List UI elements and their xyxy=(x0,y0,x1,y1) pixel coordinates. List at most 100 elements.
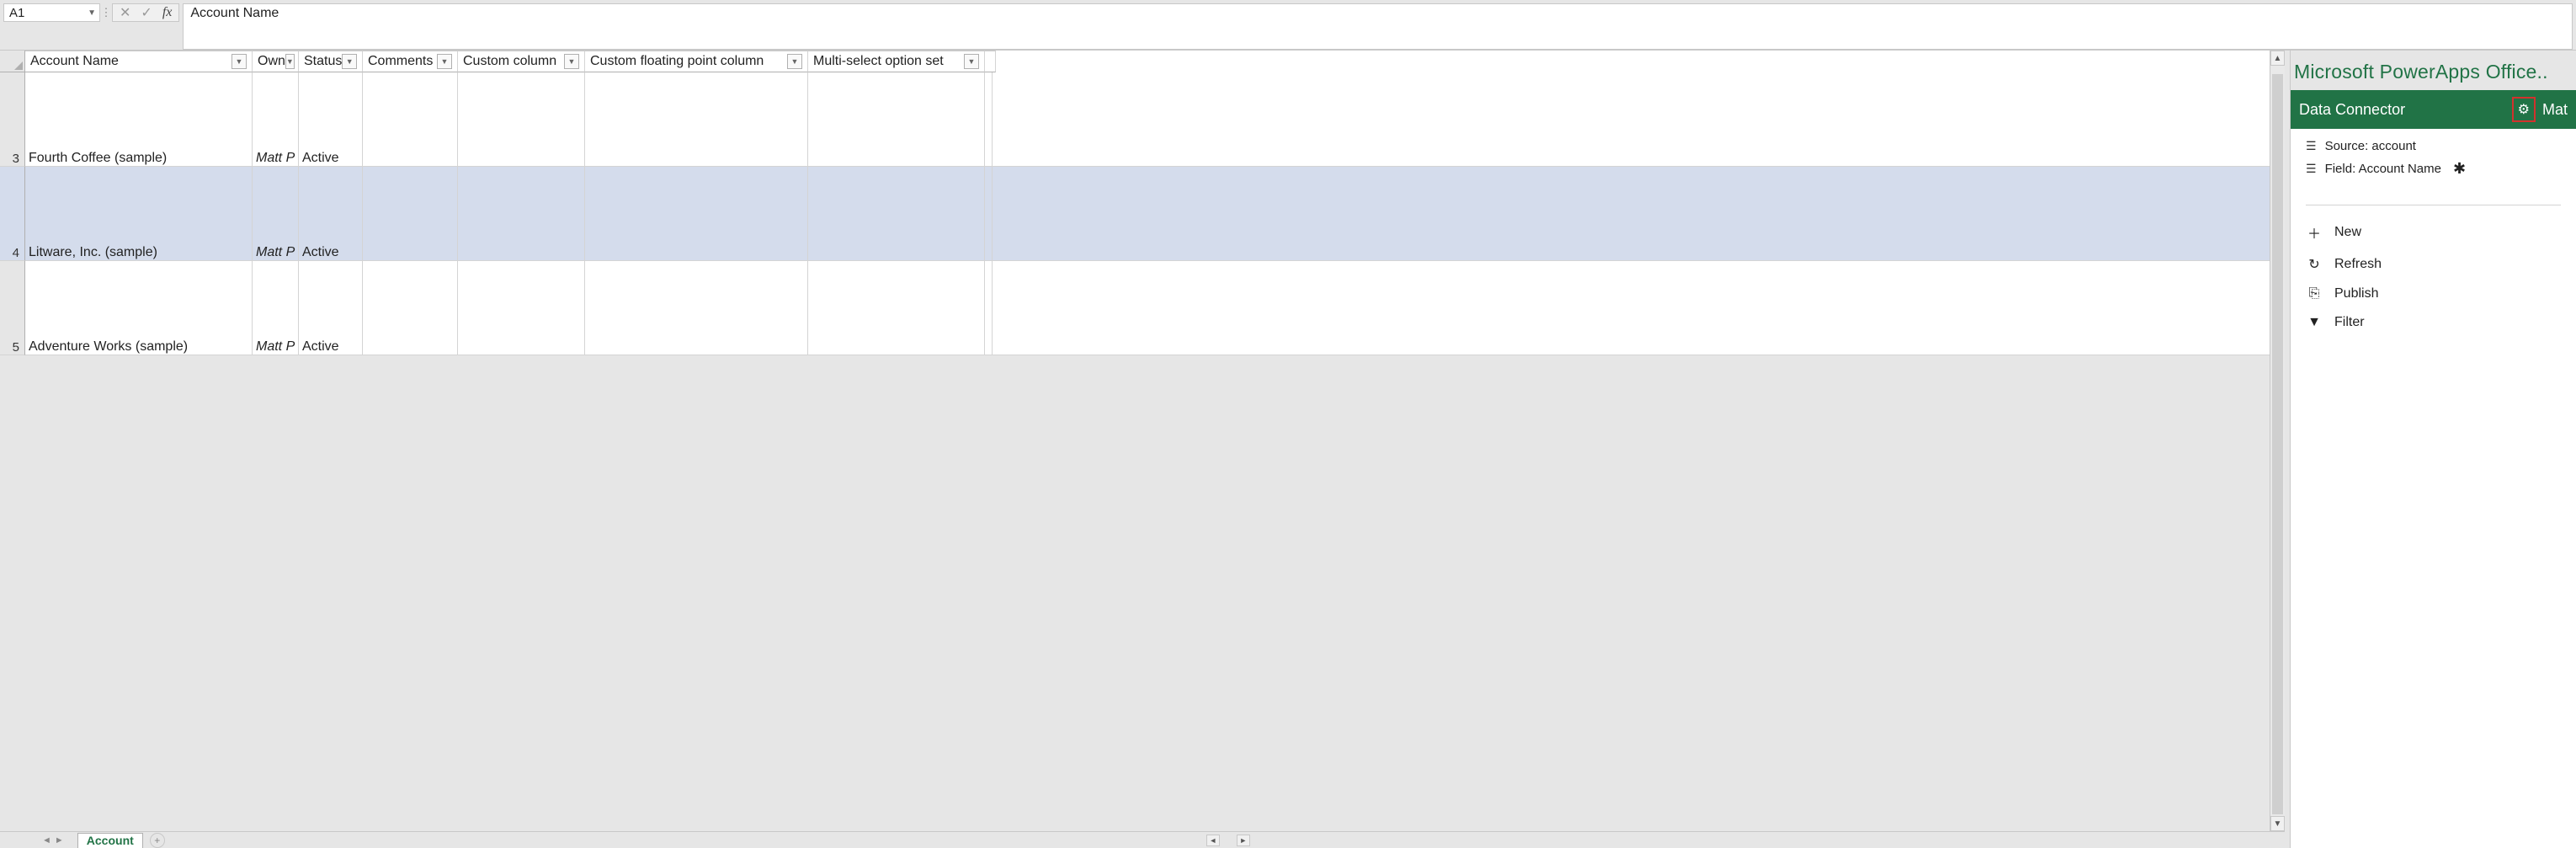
filter-dropdown-icon[interactable]: ▼ xyxy=(232,54,247,69)
field-label: Field: Account Name xyxy=(2325,162,2441,176)
cell-extra[interactable] xyxy=(985,261,993,355)
column-header-extra[interactable] xyxy=(985,51,996,72)
pane-user-label: Mat xyxy=(2542,101,2568,119)
column-header-own[interactable]: Own ▼ xyxy=(253,51,299,72)
cell-float[interactable] xyxy=(585,167,808,260)
column-label: Custom column xyxy=(463,54,556,69)
cell-extra[interactable] xyxy=(985,167,993,260)
name-box-value: A1 xyxy=(9,6,24,20)
enter-icon[interactable]: ✓ xyxy=(141,4,152,21)
filter-dropdown-icon[interactable]: ▼ xyxy=(285,54,295,69)
action-label: Refresh xyxy=(2334,257,2382,272)
scroll-up-icon[interactable]: ▲ xyxy=(2270,51,2285,66)
cell-comments[interactable] xyxy=(363,261,458,355)
column-label: Account Name xyxy=(30,54,119,69)
sheet-tab-bar: ◄ ► Account + ◄ ► xyxy=(0,831,2285,848)
cell-account-name[interactable]: Litware, Inc. (sample) xyxy=(25,167,253,260)
column-header-custom-column[interactable]: Custom column ▼ xyxy=(458,51,585,72)
vertical-scrollbar[interactable]: ▼ xyxy=(2270,72,2285,831)
table-row[interactable]: Fourth Coffee (sample) Matt P Active xyxy=(25,72,2270,167)
scroll-down-icon[interactable]: ▼ xyxy=(2270,816,2285,831)
column-label: Custom floating point column xyxy=(590,54,764,69)
cell-account-name[interactable]: Fourth Coffee (sample) xyxy=(25,72,253,166)
action-label: New xyxy=(2334,225,2361,240)
column-header-multi-select[interactable]: Multi-select option set ▼ xyxy=(808,51,985,72)
formula-bar: A1 ▼ ✕ ✓ fx Account Name xyxy=(0,0,2576,51)
cell-custom[interactable] xyxy=(458,261,585,355)
pane-header-bar: Data Connector ⚙ Mat xyxy=(2291,90,2576,129)
filter-dropdown-icon[interactable]: ▼ xyxy=(564,54,579,69)
pane-title: Microsoft PowerApps Office.. xyxy=(2291,51,2576,90)
cell-multi[interactable] xyxy=(808,167,985,260)
cell-float[interactable] xyxy=(585,72,808,166)
refresh-button[interactable]: ↻ Refresh xyxy=(2306,253,2561,276)
cell-status[interactable]: Active xyxy=(299,72,363,166)
tab-next-icon[interactable]: ► xyxy=(55,835,64,845)
list-icon: ☰ xyxy=(2306,162,2317,176)
cell-custom[interactable] xyxy=(458,167,585,260)
cell-own[interactable]: Matt P xyxy=(253,167,299,260)
filter-dropdown-icon[interactable]: ▼ xyxy=(964,54,979,69)
formula-input[interactable]: Account Name xyxy=(183,3,2573,50)
publish-icon: ⎘ xyxy=(2306,286,2323,301)
cell-extra[interactable] xyxy=(985,72,993,166)
select-all-corner[interactable] xyxy=(0,51,25,72)
cell-account-name[interactable]: Adventure Works (sample) xyxy=(25,261,253,355)
table-row[interactable]: Adventure Works (sample) Matt P Active xyxy=(25,261,2270,355)
field-info: ☰ Field: Account Name ✱ xyxy=(2306,160,2561,178)
powerapps-pane: Microsoft PowerApps Office.. Data Connec… xyxy=(2290,51,2576,848)
cell-custom[interactable] xyxy=(458,72,585,166)
source-label: Source: account xyxy=(2325,139,2416,153)
gear-icon: ⚙ xyxy=(2518,101,2530,118)
hscroll-left-icon[interactable]: ◄ xyxy=(1206,835,1220,846)
row-header[interactable]: 3 xyxy=(0,72,25,167)
column-header-account-name[interactable]: Account Name ▼ xyxy=(25,51,253,72)
cell-multi[interactable] xyxy=(808,261,985,355)
cell-float[interactable] xyxy=(585,261,808,355)
sheet-tab-account[interactable]: Account xyxy=(77,833,143,848)
cell-comments[interactable] xyxy=(363,167,458,260)
hscroll-right-icon[interactable]: ► xyxy=(1237,835,1250,846)
column-label: Comments xyxy=(368,54,433,69)
row-header[interactable]: 4 xyxy=(0,167,25,261)
cell-own[interactable]: Matt P xyxy=(253,72,299,166)
pane-subtitle: Data Connector xyxy=(2299,101,2405,119)
column-label: Multi-select option set xyxy=(813,54,944,69)
name-box-dropdown-icon[interactable]: ▼ xyxy=(88,8,96,18)
action-label: Filter xyxy=(2334,315,2365,330)
cell-status[interactable]: Active xyxy=(299,261,363,355)
cell-own[interactable]: Matt P xyxy=(253,261,299,355)
source-info: ☰ Source: account xyxy=(2306,139,2561,153)
filter-icon: ▼ xyxy=(2306,315,2323,330)
row-header[interactable]: 5 xyxy=(0,261,25,355)
cell-comments[interactable] xyxy=(363,72,458,166)
tab-prev-icon[interactable]: ◄ xyxy=(42,835,51,845)
filter-dropdown-icon[interactable]: ▼ xyxy=(787,54,802,69)
list-icon: ☰ xyxy=(2306,139,2317,153)
filter-dropdown-icon[interactable]: ▼ xyxy=(437,54,452,69)
new-button[interactable]: ＋ New xyxy=(2306,219,2561,246)
column-label: Own xyxy=(258,54,285,69)
cell-multi[interactable] xyxy=(808,72,985,166)
action-label: Publish xyxy=(2334,286,2378,301)
refresh-icon: ↻ xyxy=(2306,256,2323,273)
column-header-comments[interactable]: Comments ▼ xyxy=(363,51,458,72)
settings-button[interactable]: ⚙ xyxy=(2512,97,2536,122)
plus-icon: ＋ xyxy=(2306,222,2323,243)
name-box[interactable]: A1 ▼ xyxy=(3,3,100,22)
publish-button[interactable]: ⎘ Publish xyxy=(2306,283,2561,305)
spreadsheet: Account Name ▼ Own ▼ Status ▼ Comments ▼ xyxy=(0,51,2285,848)
fx-icon[interactable]: fx xyxy=(162,5,173,20)
column-label: Status xyxy=(304,54,342,69)
filter-button[interactable]: ▼ Filter xyxy=(2306,312,2561,333)
add-sheet-button[interactable]: + xyxy=(150,833,165,848)
cell-status[interactable]: Active xyxy=(299,167,363,260)
formula-text: Account Name xyxy=(190,6,279,20)
cancel-icon[interactable]: ✕ xyxy=(120,4,130,21)
formula-controls: ✕ ✓ fx xyxy=(112,3,179,22)
required-icon: ✱ xyxy=(2453,160,2466,178)
column-header-custom-floating[interactable]: Custom floating point column ▼ xyxy=(585,51,808,72)
table-row[interactable]: Litware, Inc. (sample) Matt P Active xyxy=(25,167,2270,261)
filter-dropdown-icon[interactable]: ▼ xyxy=(342,54,357,69)
column-header-status[interactable]: Status ▼ xyxy=(299,51,363,72)
